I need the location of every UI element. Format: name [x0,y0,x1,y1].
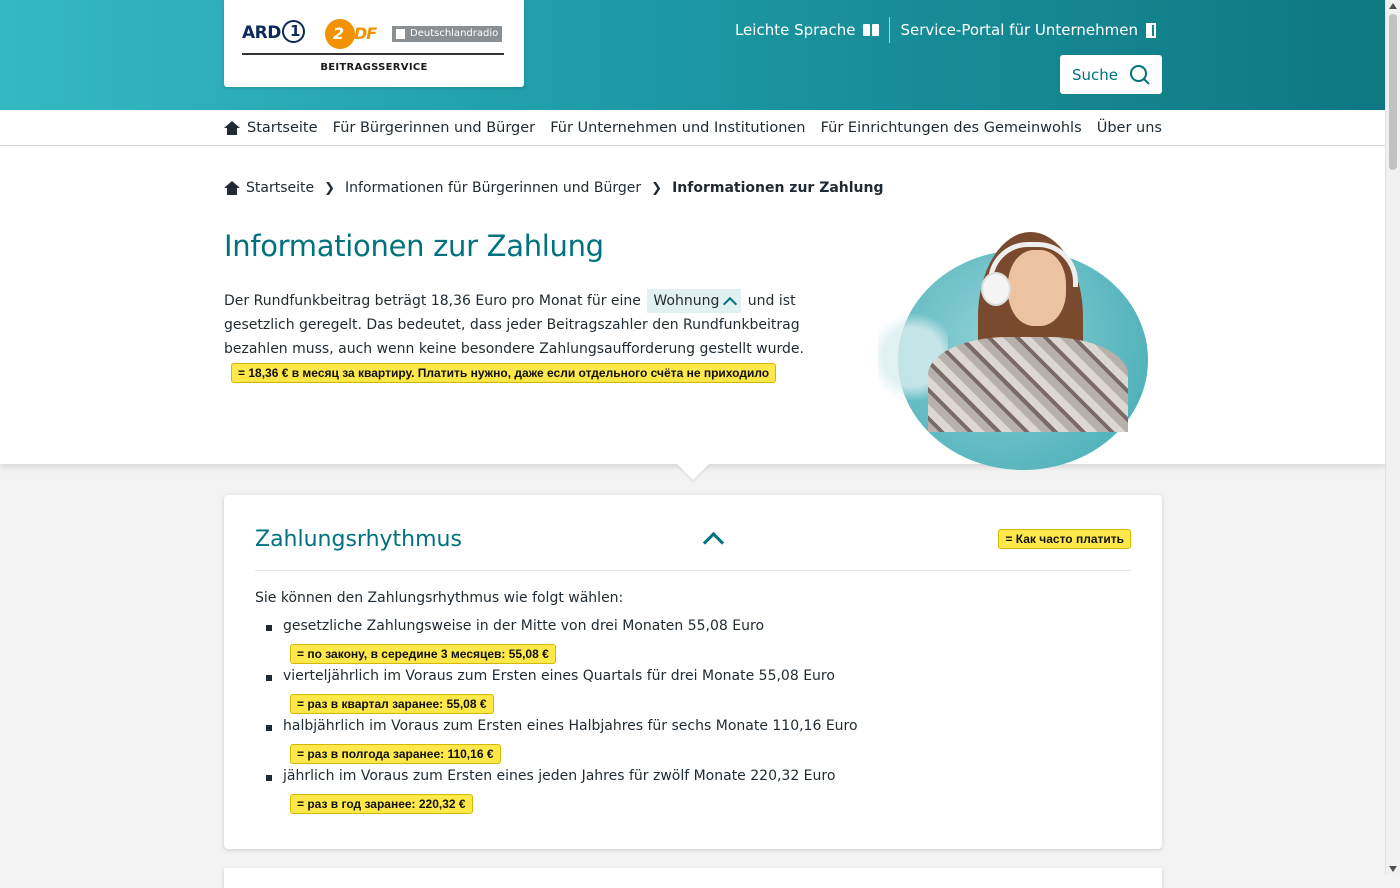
breadcrumb: Startseite ❯ Informationen für Bürgerinn… [224,180,884,196]
home-icon [224,120,240,135]
scrollbar-thumb[interactable] [1389,14,1397,170]
nav-item-label: Für Unternehmen und Institutionen [550,119,806,136]
nav-item-label: Für Bürgerinnen und Bürger [332,119,536,136]
breadcrumb-current: Informationen zur Zahlung [672,180,884,196]
intro-text-before: Der Rundfunkbeitrag beträgt 18,36 Euro p… [224,293,641,309]
nav-item-label: Startseite [247,119,318,136]
card-title: Zahlungsrhythmus [255,527,462,552]
service-portal-label: Service-Portal für Unternehmen [900,21,1138,39]
list-item-note: = раз в год заранее: 220,32 € [290,794,473,814]
main-navigation: Startseite Für Bürgerinnen und Bürger Fü… [0,110,1386,146]
search-label: Suche [1071,65,1118,84]
list-item-note: = раз в полгода заранее: 110,16 € [290,744,501,764]
leichte-sprache-link[interactable]: Leichte Sprache [735,21,880,39]
list-item-text: halbjährlich im Voraus zum Ersten eines … [283,718,858,734]
scroll-down-arrow-icon[interactable] [1389,866,1397,872]
next-card [224,868,1162,888]
header-banner: ARD 2DF Deutschlandradio BEITRAGSSERVICE… [0,0,1386,110]
card-divider [255,570,1131,571]
nav-item-unternehmen[interactable]: Für Unternehmen und Institutionen [550,120,805,136]
breadcrumb-label: Informationen für Bürgerinnen und Bürger [345,180,642,196]
hero-image [878,232,1148,470]
list-item-note: = по закону, в середине 3 месяцев: 55,08… [290,644,556,664]
list-item: vierteljährlich im Voraus zum Ersten ein… [266,668,858,718]
nav-item-gemeinwohl[interactable]: Für Einrichtungen des Gemeinwohls [821,120,1082,136]
wohnung-term-toggle[interactable]: Wohnung [647,289,742,313]
breadcrumb-home[interactable]: Startseite [224,180,314,196]
nav-item-buerger[interactable]: Für Bürgerinnen und Bürger [333,120,536,136]
list-item-note: = раз в квартал заранее: 55,08 € [290,694,494,714]
zahlungsrhythmus-card: Zahlungsrhythmus = Как часто платить Sie… [224,495,1162,849]
top-links: Leichte Sprache Service-Portal für Unter… [735,17,1156,43]
chevron-up-icon [723,296,738,311]
card-lead-text: Sie können den Zahlungsrhythmus wie folg… [255,590,624,606]
ard-one-icon [282,20,305,43]
logo-divider [242,53,504,55]
nav-item-startseite[interactable]: Startseite [224,120,318,136]
book-icon [863,23,880,37]
page-scrollbar[interactable] [1385,0,1400,875]
section-pointer [677,464,709,480]
search-icon [1130,64,1150,85]
chevron-right-icon: ❯ [324,180,336,196]
ard-logo: ARD [242,23,281,43]
chevron-right-icon: ❯ [651,180,663,196]
intro-text: Der Rundfunkbeitrag beträgt 18,36 Euro p… [224,289,834,361]
page-title: Informationen zur Zahlung [224,229,604,263]
breadcrumb-label: Startseite [246,180,315,196]
list-item-text: gesetzliche Zahlungsweise in der Mitte v… [283,618,765,634]
top-links-divider [889,17,891,43]
nav-item-label: Für Einrichtungen des Gemeinwohls [820,119,1082,136]
term-label: Wohnung [653,293,720,309]
leichte-sprache-label: Leichte Sprache [734,21,856,39]
intro-translation-note: = 18,36 € в месяц за квартиру. Платить н… [231,363,777,383]
card-translation-note: = Как часто платить [998,529,1131,549]
list-item-text: jährlich im Voraus zum Ersten eines jede… [283,768,836,784]
nav-item-ueber-uns[interactable]: Über uns [1097,120,1162,136]
beitragsservice-logo[interactable]: ARD 2DF Deutschlandradio BEITRAGSSERVICE [224,0,524,87]
list-item: halbjährlich im Voraus zum Ersten eines … [266,718,858,768]
zdf-logo: 2 DF [325,19,377,49]
door-icon [1146,22,1156,38]
payment-options-list: gesetzliche Zahlungsweise in der Mitte v… [266,618,858,818]
deutschlandradio-logo: Deutschlandradio [392,26,502,42]
list-item: jährlich im Voraus zum Ersten eines jede… [266,768,858,818]
nav-item-label: Über uns [1096,119,1162,136]
service-portal-link[interactable]: Service-Portal für Unternehmen [900,21,1156,39]
logo-subtitle: BEITRAGSSERVICE [320,62,428,73]
list-item: gesetzliche Zahlungsweise in der Mitte v… [266,618,858,668]
breadcrumb-buerger[interactable]: Informationen für Bürgerinnen und Bürger [345,180,641,196]
search-button[interactable]: Suche [1060,55,1162,94]
scroll-up-arrow-icon[interactable] [1389,3,1397,9]
collapse-toggle-chevron-up-icon[interactable] [702,531,725,554]
list-item-text: vierteljährlich im Voraus zum Ersten ein… [283,668,835,684]
home-icon [224,181,240,195]
broadcaster-logos: ARD 2DF Deutschlandradio [242,18,504,52]
